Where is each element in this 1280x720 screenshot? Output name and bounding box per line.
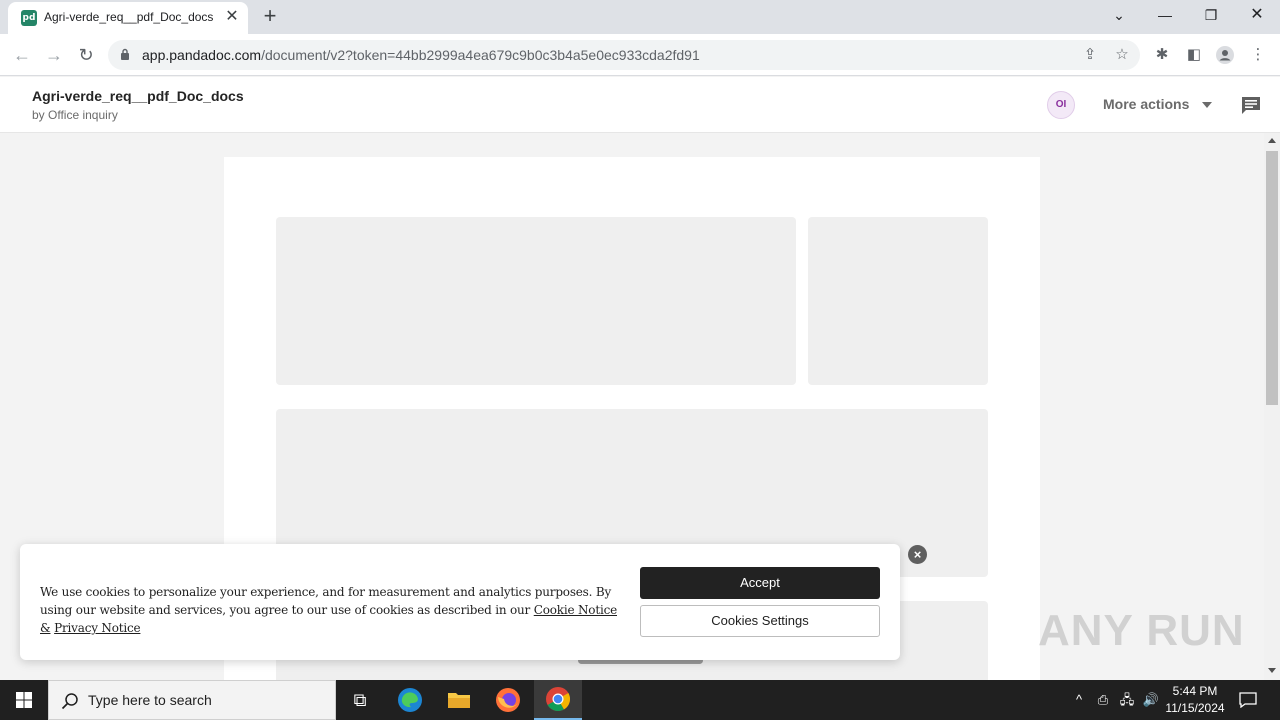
anyrun-watermark: ANY RUN [1038, 606, 1245, 655]
volume-icon[interactable]: 🔊 [1140, 680, 1162, 720]
url-host: app.pandadoc.com [142, 47, 262, 63]
screen: pd Agri-verde_req__pdf_Doc_docs ✕ + ⌄ — … [0, 0, 1280, 720]
tab-title: Agri-verde_req__pdf_Doc_docs [44, 10, 214, 24]
page-scrollbar[interactable] [1264, 133, 1280, 680]
pandadoc-favicon-icon: pd [21, 10, 37, 26]
close-cookie-banner-icon[interactable]: × [908, 545, 927, 564]
side-panel-icon[interactable]: ◧ [1184, 45, 1204, 65]
loading-placeholder-block [808, 217, 988, 385]
loading-placeholder-block [276, 217, 796, 385]
comments-icon[interactable] [1240, 95, 1262, 115]
usb-device-icon[interactable]: ⎙ [1092, 680, 1114, 720]
restore-icon[interactable]: ❐ [1188, 0, 1234, 30]
firefox-icon[interactable] [484, 680, 532, 720]
profile-icon[interactable] [1215, 45, 1235, 65]
extensions-icon[interactable]: ✱ [1152, 45, 1172, 65]
more-actions-caret-icon[interactable] [1202, 102, 1212, 108]
browser-tab-active[interactable]: pd Agri-verde_req__pdf_Doc_docs ✕ [8, 2, 248, 34]
browser-toolbar: ← → ↻ app.pandadoc.com/document/v2?token… [0, 34, 1280, 76]
bookmark-star-icon[interactable]: ☆ [1112, 45, 1132, 65]
cookies-settings-button[interactable]: Cookies Settings [640, 605, 880, 637]
more-actions-button[interactable]: More actions [1103, 96, 1189, 112]
share-icon[interactable]: ⇪ [1080, 45, 1100, 65]
scroll-down-icon[interactable] [1268, 668, 1276, 673]
tab-search-chevron-icon[interactable]: ⌄ [1096, 0, 1142, 30]
document-sender: by Office inquiry [32, 108, 118, 122]
forward-icon[interactable]: → [40, 41, 68, 69]
scrollbar-thumb[interactable] [1266, 151, 1278, 405]
tab-close-icon[interactable]: ✕ [222, 7, 242, 27]
cookie-message-text: We use cookies to personalize your exper… [40, 585, 612, 617]
document-title: Agri-verde_req__pdf_Doc_docs [32, 88, 244, 104]
reload-icon[interactable]: ↻ [72, 41, 100, 69]
accept-cookies-button[interactable]: Accept [640, 567, 880, 599]
close-window-icon[interactable]: ✕ [1234, 0, 1280, 30]
address-bar[interactable]: app.pandadoc.com/document/v2?token=44bb2… [108, 40, 1140, 70]
file-explorer-icon[interactable] [435, 680, 483, 720]
task-view-icon[interactable]: ⧉ [336, 680, 384, 720]
url-path: /document/v2?token=44bb2999a4ea679c9b0c3… [261, 47, 700, 63]
minimize-icon[interactable]: — [1142, 0, 1188, 30]
back-icon[interactable]: ← [8, 41, 36, 69]
new-tab-icon[interactable]: + [258, 5, 282, 29]
windows-start-icon[interactable] [0, 680, 48, 720]
show-hidden-icons-icon[interactable]: ^ [1068, 680, 1090, 720]
chrome-menu-icon[interactable]: ⋮ [1248, 45, 1268, 65]
search-placeholder: Type here to search [88, 692, 212, 708]
browser-tab-strip: pd Agri-verde_req__pdf_Doc_docs ✕ + ⌄ — … [0, 0, 1280, 34]
network-icon[interactable]: 🖧 [1116, 680, 1138, 720]
chrome-taskbar-icon[interactable] [534, 680, 582, 720]
clock-date: 11/15/2024 [1165, 701, 1225, 715]
system-clock[interactable]: 5:44 PM 11/15/2024 [1162, 683, 1228, 717]
cookie-message: We use cookies to personalize your exper… [40, 583, 620, 637]
notifications-icon[interactable] [1236, 680, 1260, 720]
lock-icon [121, 48, 129, 60]
avatar[interactable]: OI [1047, 91, 1075, 119]
document-header: Agri-verde_req__pdf_Doc_docs by Office i… [0, 77, 1280, 133]
cookie-banner: We use cookies to personalize your exper… [20, 544, 900, 660]
url-text: app.pandadoc.com/document/v2?token=44bb2… [142, 47, 700, 63]
edge-icon[interactable] [386, 680, 434, 720]
taskbar-search-box[interactable]: Type here to search [48, 680, 336, 720]
clock-time: 5:44 PM [1172, 684, 1218, 698]
privacy-notice-link[interactable]: Privacy Notice [54, 621, 141, 635]
windows-taskbar: Type here to search ⧉ ^ ⎙ 🖧 🔊 5:44 PM 11… [0, 680, 1280, 720]
scroll-up-icon[interactable] [1268, 138, 1276, 143]
search-icon [61, 693, 78, 710]
